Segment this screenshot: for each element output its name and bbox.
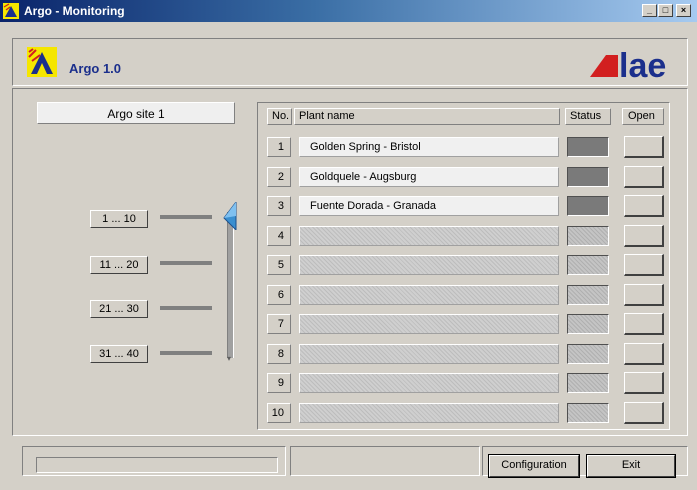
plant-name-field[interactable] — [299, 344, 559, 364]
brand-text: lae — [619, 47, 666, 81]
status-indicator — [567, 167, 609, 187]
plant-name-field[interactable] — [299, 314, 559, 334]
plant-name-field[interactable] — [299, 255, 559, 275]
exit-button[interactable]: Exit — [586, 454, 676, 478]
app-window: Argo - Monitoring _ □ × Argo 1.0 lae Arg… — [0, 0, 697, 490]
argo-app-icon — [3, 3, 19, 19]
progress-bar — [36, 457, 278, 473]
open-plant-button[interactable] — [624, 402, 664, 424]
window-title: Argo - Monitoring — [24, 4, 125, 18]
range-button-31-40[interactable]: 31 ... 40 — [90, 345, 148, 363]
status-indicator — [567, 255, 609, 275]
open-plant-button[interactable] — [624, 166, 664, 188]
row-number: 7 — [267, 314, 291, 334]
row-number: 10 — [267, 403, 291, 423]
status-indicator — [567, 196, 609, 216]
row-number: 5 — [267, 255, 291, 275]
open-plant-button[interactable] — [624, 254, 664, 276]
status-indicator — [567, 314, 609, 334]
lae-brand-logo: lae — [590, 47, 666, 81]
open-plant-button[interactable] — [624, 372, 664, 394]
range-slider-track[interactable] — [227, 212, 234, 358]
column-header-open: Open — [622, 108, 664, 125]
row-number: 3 — [267, 196, 291, 216]
close-button[interactable]: × — [676, 4, 691, 17]
open-plant-button[interactable] — [624, 225, 664, 247]
status-indicator — [567, 344, 609, 364]
row-number: 8 — [267, 344, 291, 364]
app-version: Argo 1.0 — [69, 61, 122, 76]
status-panel-middle — [290, 446, 480, 476]
row-number: 9 — [267, 373, 291, 393]
slider-end-icon: ▾ — [227, 354, 232, 363]
title-bar[interactable]: Argo - Monitoring _ □ × — [0, 0, 697, 22]
range-button-21-30[interactable]: 21 ... 30 — [90, 300, 148, 318]
range-indicator-line — [160, 351, 212, 355]
column-header-status: Status — [565, 108, 611, 125]
configuration-button[interactable]: Configuration — [488, 454, 580, 478]
row-number: 6 — [267, 285, 291, 305]
maximize-button[interactable]: □ — [658, 4, 673, 17]
plant-name-field[interactable]: Goldquele - Augsburg — [299, 167, 559, 187]
plant-name-field[interactable] — [299, 285, 559, 305]
status-indicator — [567, 403, 609, 423]
plant-name-field[interactable] — [299, 373, 559, 393]
argo-logo-icon — [27, 47, 57, 77]
plant-name-field[interactable] — [299, 403, 559, 423]
row-number: 4 — [267, 226, 291, 246]
open-plant-button[interactable] — [624, 195, 664, 217]
status-indicator — [567, 137, 609, 157]
range-button-1-10[interactable]: 1 ... 10 — [90, 210, 148, 228]
site-selector-button[interactable]: Argo site 1 — [37, 102, 235, 124]
plant-name-field[interactable] — [299, 226, 559, 246]
row-number: 1 — [267, 137, 291, 157]
minimize-button[interactable]: _ — [642, 4, 657, 17]
column-header-no: No. — [267, 108, 292, 125]
range-indicator-line — [160, 261, 212, 265]
slider-pointer-icon[interactable] — [222, 202, 238, 230]
status-indicator — [567, 226, 609, 246]
range-indicator-line — [160, 215, 212, 219]
open-plant-button[interactable] — [624, 313, 664, 335]
range-indicator-line — [160, 306, 212, 310]
range-button-11-20[interactable]: 11 ... 20 — [90, 256, 148, 274]
row-number: 2 — [267, 167, 291, 187]
plant-name-field[interactable]: Golden Spring - Bristol — [299, 137, 559, 157]
status-indicator — [567, 285, 609, 305]
status-indicator — [567, 373, 609, 393]
open-plant-button[interactable] — [624, 284, 664, 306]
plant-name-field[interactable]: Fuente Dorada - Granada — [299, 196, 559, 216]
open-plant-button[interactable] — [624, 343, 664, 365]
open-plant-button[interactable] — [624, 136, 664, 158]
header-panel: Argo 1.0 lae — [12, 38, 688, 86]
column-header-plant-name: Plant name — [294, 108, 560, 125]
